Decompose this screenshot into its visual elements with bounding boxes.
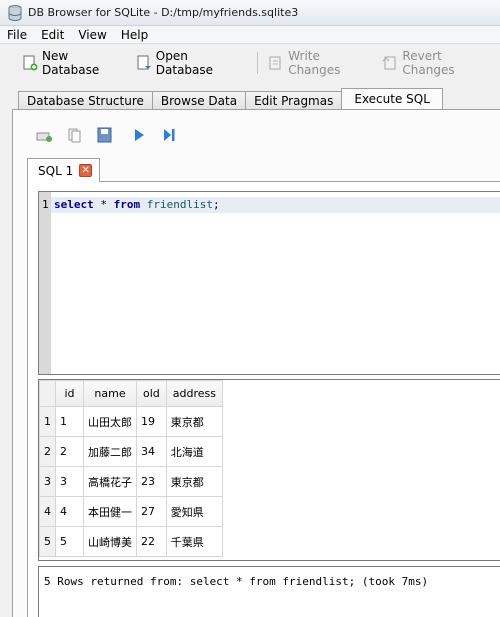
execute-line-icon[interactable] xyxy=(160,126,178,144)
row-number[interactable]: 3 xyxy=(39,466,56,497)
table-row: 1 1 山田太郎 19 東京都 xyxy=(39,406,224,437)
sql-code: select * from friendlist; xyxy=(54,198,220,211)
cell-address[interactable]: 北海道 xyxy=(165,436,224,467)
table-identifier: friendlist xyxy=(146,198,213,211)
row-number[interactable]: 1 xyxy=(39,406,56,437)
keyword-from: from xyxy=(113,198,141,211)
menu-help[interactable]: Help xyxy=(114,26,155,44)
new-database-icon xyxy=(22,55,38,71)
row-number[interactable]: 4 xyxy=(39,496,56,527)
message-pane[interactable]: 5 Rows returned from: select * from frie… xyxy=(38,566,500,617)
save-sql-file-icon[interactable] xyxy=(96,126,114,144)
write-changes-button[interactable]: Write Changes xyxy=(264,49,378,77)
cell-id[interactable]: 2 xyxy=(55,436,84,467)
status-message: 5 Rows returned from: select * from frie… xyxy=(44,575,429,588)
row-number[interactable]: 2 xyxy=(39,436,56,467)
cell-id[interactable]: 4 xyxy=(55,496,84,527)
cell-old[interactable]: 27 xyxy=(136,496,167,527)
table-row: 3 3 高橋花子 23 東京都 xyxy=(39,466,224,497)
column-header-address[interactable]: address xyxy=(165,380,224,407)
cell-old[interactable]: 23 xyxy=(136,466,167,497)
menu-file[interactable]: File xyxy=(0,26,34,44)
cell-old[interactable]: 34 xyxy=(136,436,167,467)
table-row: 4 4 本田健一 27 愛知県 xyxy=(39,496,224,527)
open-database-label: Open Database xyxy=(155,49,214,77)
cell-address[interactable]: 東京都 xyxy=(165,466,224,497)
tab-browse-data[interactable]: Browse Data xyxy=(151,91,247,110)
database-icon xyxy=(8,4,22,21)
cell-name[interactable]: 高橋花子 xyxy=(83,466,137,497)
cell-name[interactable]: 本田健一 xyxy=(83,496,137,527)
sql-tab-label: SQL 1 xyxy=(38,163,74,178)
tab-edit-pragmas[interactable]: Edit Pragmas xyxy=(245,91,343,110)
results-table: id name old address 1 1 山田太郎 19 東京都 2 2 … xyxy=(39,380,224,557)
line-number-gutter xyxy=(39,192,51,374)
cell-address[interactable]: 東京都 xyxy=(165,406,224,437)
results-header-row: id name old address xyxy=(39,380,224,407)
statement-terminator: ; xyxy=(212,198,220,211)
table-row: 2 2 加藤二郎 34 北海道 xyxy=(39,436,224,467)
row-number[interactable]: 5 xyxy=(39,526,56,557)
sql-editor[interactable]: 1 select * from friendlist; xyxy=(38,191,500,375)
execute-all-icon[interactable] xyxy=(130,126,148,144)
cell-address[interactable]: 愛知県 xyxy=(165,496,224,527)
new-database-button[interactable]: New Database xyxy=(18,49,132,77)
cell-old[interactable]: 22 xyxy=(136,526,167,557)
title-bar: DB Browser for SQLite - D:/tmp/myfriends… xyxy=(0,0,500,26)
open-database-button[interactable]: Open Database xyxy=(132,49,251,77)
sql-tab[interactable]: SQL 1 ✕ xyxy=(27,158,100,182)
toolbar-separator xyxy=(257,52,259,74)
keyword-select: select xyxy=(54,198,94,211)
window-title: DB Browser for SQLite - D:/tmp/myfriends… xyxy=(28,6,299,19)
close-icon[interactable]: ✕ xyxy=(79,164,93,177)
menu-view[interactable]: View xyxy=(71,26,113,44)
revert-changes-button[interactable]: Revert Changes xyxy=(378,49,500,77)
tab-execute-sql[interactable]: Execute SQL xyxy=(341,88,443,110)
tab-database-structure[interactable]: Database Structure xyxy=(18,91,153,110)
cell-old[interactable]: 19 xyxy=(136,406,167,437)
column-header-old[interactable]: old xyxy=(136,380,167,407)
cell-id[interactable]: 5 xyxy=(55,526,84,557)
main-tab-bar: Database Structure Browse Data Edit Prag… xyxy=(18,88,443,110)
sql-toolbar xyxy=(36,124,190,146)
results-grid[interactable]: id name old address 1 1 山田太郎 19 東京都 2 2 … xyxy=(38,379,500,561)
grid-corner[interactable] xyxy=(39,380,56,407)
open-tab-icon[interactable] xyxy=(36,126,54,144)
revert-changes-label: Revert Changes xyxy=(402,49,455,77)
cell-id[interactable]: 1 xyxy=(55,406,84,437)
column-header-name[interactable]: name xyxy=(83,380,137,407)
line-number: 1 xyxy=(42,198,49,211)
cell-name[interactable]: 加藤二郎 xyxy=(83,436,137,467)
column-header-id[interactable]: id xyxy=(55,380,84,407)
cell-id[interactable]: 3 xyxy=(55,466,84,497)
write-changes-label: Write Changes xyxy=(288,49,341,77)
new-database-label: New Database xyxy=(42,49,100,77)
cell-name[interactable]: 山田太郎 xyxy=(83,406,137,437)
menu-edit[interactable]: Edit xyxy=(34,26,71,44)
table-row: 5 5 山崎博美 22 千葉県 xyxy=(39,526,224,557)
menu-bar: File Edit View Help xyxy=(0,26,500,44)
main-toolbar: New Database Open Database Write Changes xyxy=(0,44,500,82)
open-database-icon xyxy=(136,55,152,71)
revert-changes-icon xyxy=(382,55,398,71)
select-star: * xyxy=(93,198,114,211)
cell-name[interactable]: 山崎博美 xyxy=(83,526,137,557)
cell-address[interactable]: 千葉県 xyxy=(165,526,224,557)
write-changes-icon xyxy=(268,55,284,71)
open-sql-file-icon[interactable] xyxy=(66,126,84,144)
